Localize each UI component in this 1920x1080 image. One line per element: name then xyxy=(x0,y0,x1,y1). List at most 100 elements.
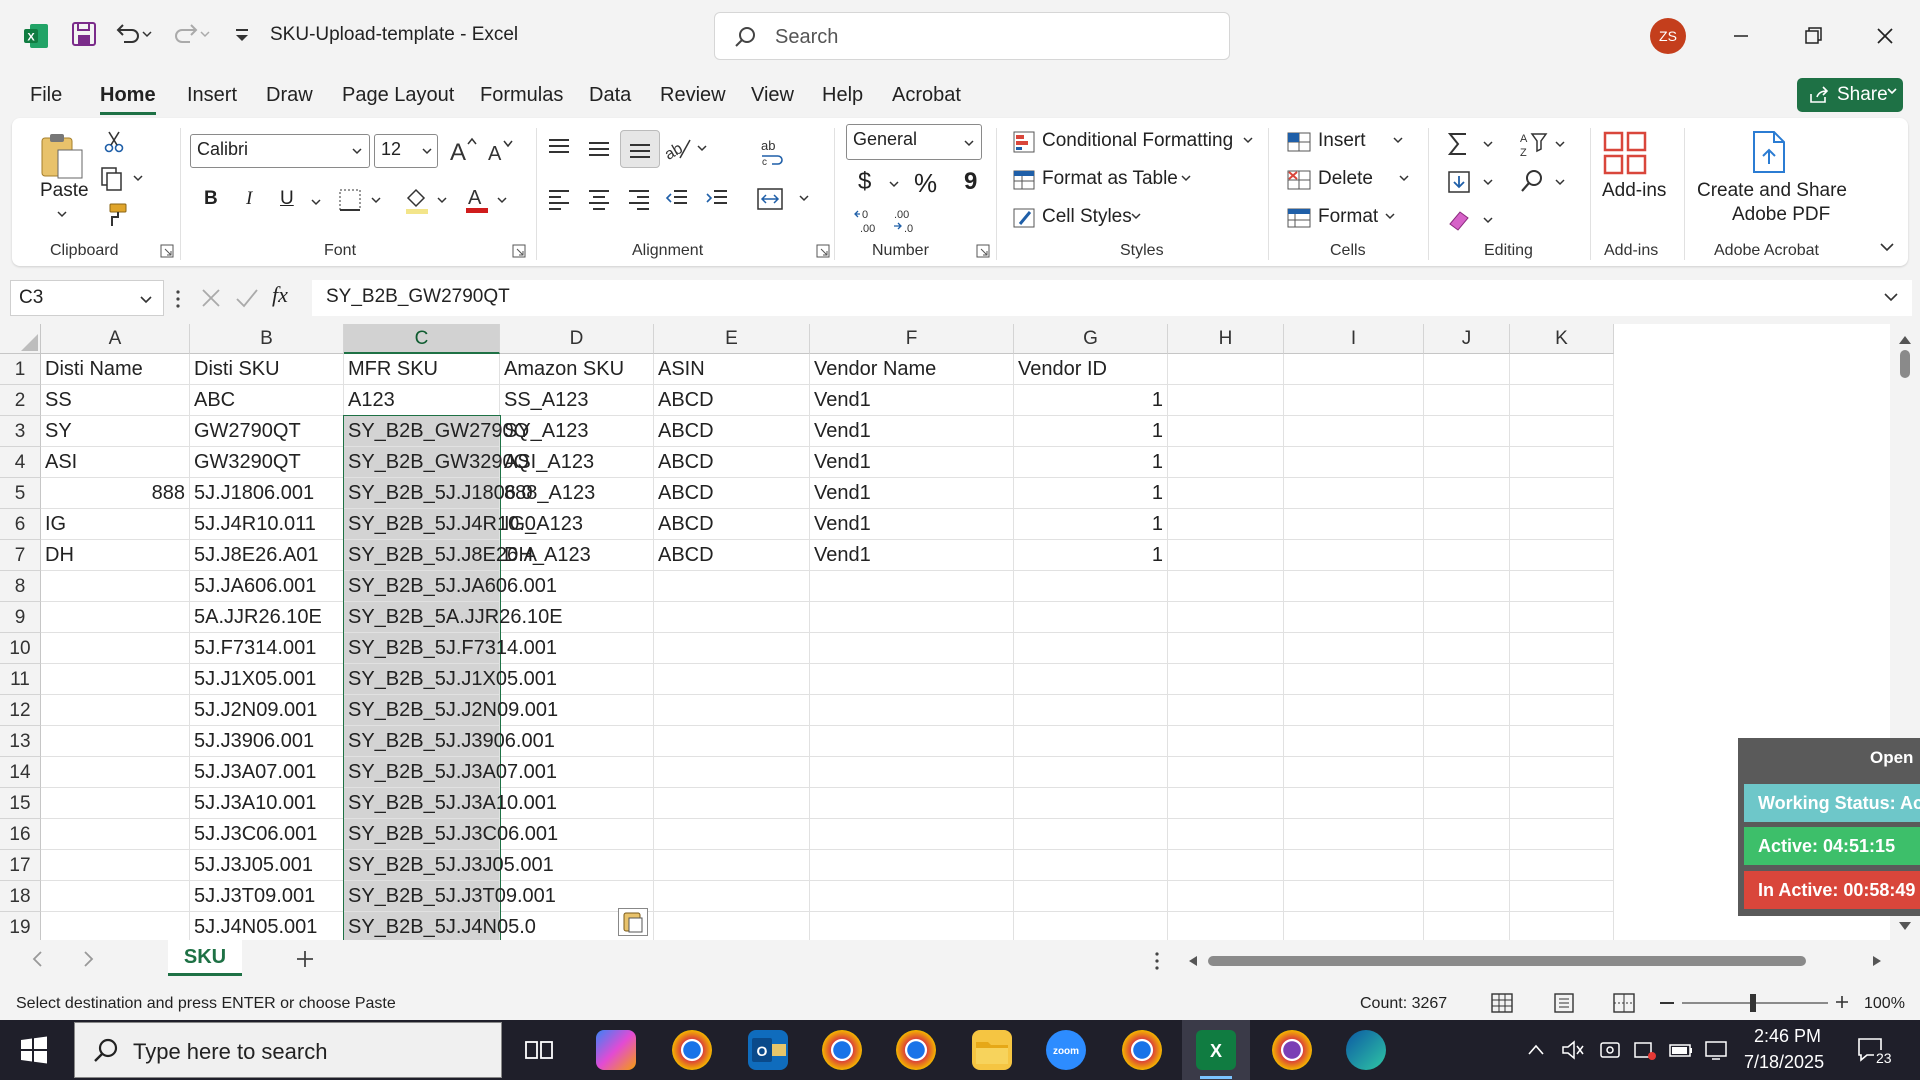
excel-taskbar-active[interactable]: X xyxy=(1182,1020,1250,1080)
grid-cell[interactable] xyxy=(1510,633,1614,664)
grid-cell[interactable] xyxy=(1510,571,1614,602)
grid-cell[interactable]: 5J.J1X05.001 xyxy=(190,664,344,695)
grid-cell[interactable] xyxy=(41,819,190,850)
dialog-launcher-icon[interactable] xyxy=(512,244,526,258)
grid-cell[interactable] xyxy=(1424,633,1510,664)
decrease-decimal-icon[interactable]: .00.0 xyxy=(892,206,922,234)
insert-cells-icon[interactable] xyxy=(1286,130,1312,154)
italic-button[interactable]: I xyxy=(246,188,252,210)
chevron-down-icon[interactable] xyxy=(1242,134,1254,146)
grid-cell[interactable] xyxy=(1168,757,1284,788)
grid-cell[interactable] xyxy=(1284,571,1424,602)
wrap-text-icon[interactable]: ab c xyxy=(758,138,786,166)
add-sheet-icon[interactable] xyxy=(294,948,316,970)
grid-cell[interactable]: ASI xyxy=(41,447,190,478)
grid-cell[interactable]: 888 xyxy=(41,478,190,509)
grid-cell[interactable] xyxy=(41,757,190,788)
grid-cell[interactable] xyxy=(1510,726,1614,757)
spreadsheet-grid[interactable]: ABCDEFGHIJK 1 Disti Name Disti SKU MFR SKU A… xyxy=(0,324,1890,940)
grid-cell[interactable] xyxy=(1168,726,1284,757)
row-header[interactable]: 14 xyxy=(0,757,41,788)
grid-cell[interactable] xyxy=(41,695,190,726)
formula-input[interactable]: SY_B2B_GW2790QT xyxy=(312,280,1912,316)
grid-cell[interactable] xyxy=(1424,416,1510,447)
grid-cell[interactable] xyxy=(1168,819,1284,850)
grid-cell[interactable] xyxy=(1014,695,1168,726)
delete-cells-button[interactable]: Delete xyxy=(1318,168,1373,190)
grid-cell[interactable] xyxy=(654,819,810,850)
row-header[interactable]: 9 xyxy=(0,602,41,633)
grid-cell[interactable]: SY_B2B_5J.J8E26.A xyxy=(344,540,537,571)
grid-cell[interactable] xyxy=(1510,602,1614,633)
grid-cell[interactable] xyxy=(1168,416,1284,447)
column-header-f[interactable]: F xyxy=(810,324,1014,354)
grid-cell[interactable] xyxy=(1284,602,1424,633)
grid-cell[interactable] xyxy=(41,881,190,912)
header-cell[interactable]: Amazon SKU xyxy=(500,354,654,385)
grid-cell[interactable] xyxy=(1168,912,1284,940)
grid-cell[interactable]: 5J.JA606.001 xyxy=(190,571,344,602)
font-size-combo[interactable]: 12 xyxy=(374,134,438,168)
grid-cell[interactable] xyxy=(654,633,810,664)
grid-cell[interactable] xyxy=(1168,633,1284,664)
windows-start-icon[interactable] xyxy=(20,1036,48,1064)
row-header[interactable]: 15 xyxy=(0,788,41,819)
row-header[interactable]: 18 xyxy=(0,881,41,912)
screen-record-icon[interactable] xyxy=(1632,1038,1658,1062)
grid-cell[interactable] xyxy=(1510,664,1614,695)
grid-cell[interactable] xyxy=(810,881,1014,912)
row-header[interactable]: 6 xyxy=(0,509,41,540)
grid-cell[interactable]: SY_B2B_5J.J4R10.0 xyxy=(344,509,536,540)
grid-cell[interactable] xyxy=(1510,478,1614,509)
widget-open-button[interactable]: Open xyxy=(1870,748,1913,768)
scroll-right-icon[interactable] xyxy=(1870,954,1884,968)
grid-cell[interactable] xyxy=(1284,447,1424,478)
tab-data[interactable]: Data xyxy=(589,84,631,107)
fill-icon[interactable] xyxy=(1446,168,1502,196)
header-cell[interactable] xyxy=(1168,354,1284,385)
grid-cell[interactable] xyxy=(1284,385,1424,416)
grid-cell[interactable] xyxy=(1510,788,1614,819)
grid-cell[interactable]: SY_B2B_5J.J3A10.001 xyxy=(344,788,557,819)
paste-button[interactable]: Paste xyxy=(40,180,89,202)
chrome-icon[interactable] xyxy=(672,1030,712,1070)
grid-cell[interactable] xyxy=(1424,447,1510,478)
grid-cell[interactable]: GW3290QT xyxy=(190,447,344,478)
grid-cell[interactable] xyxy=(1014,881,1168,912)
insert-cells-button[interactable]: Insert xyxy=(1318,130,1366,152)
grid-cell[interactable] xyxy=(654,602,810,633)
row-header[interactable]: 5 xyxy=(0,478,41,509)
column-header-b[interactable]: B xyxy=(190,324,344,354)
grid-cell[interactable] xyxy=(1424,726,1510,757)
grid-cell[interactable] xyxy=(810,788,1014,819)
grid-cell[interactable] xyxy=(1510,757,1614,788)
grid-cell[interactable] xyxy=(1168,695,1284,726)
header-cell[interactable]: ASIN xyxy=(654,354,810,385)
grid-cell[interactable]: SY_B2B_5J.J1X05.001 xyxy=(344,664,557,695)
grid-cell[interactable]: 1 xyxy=(1014,385,1168,416)
grid-cell[interactable]: 5A.JJR26.10E xyxy=(190,602,344,633)
grid-cell[interactable] xyxy=(810,726,1014,757)
fill-color-icon[interactable] xyxy=(404,186,452,216)
grid-cell[interactable]: SY_B2B_GW2790Q xyxy=(344,416,529,447)
grid-cell[interactable] xyxy=(1284,726,1424,757)
grid-cell[interactable] xyxy=(810,695,1014,726)
grid-cell[interactable] xyxy=(1168,602,1284,633)
grid-cell[interactable] xyxy=(1168,788,1284,819)
create-pdf-icon[interactable] xyxy=(1748,128,1790,176)
grid-cell[interactable]: 1 xyxy=(1014,447,1168,478)
grid-cell[interactable]: Vend1 xyxy=(810,447,1014,478)
grid-cell[interactable] xyxy=(654,695,810,726)
chevron-down-icon[interactable] xyxy=(1130,210,1142,222)
column-header-g[interactable]: G xyxy=(1014,324,1168,354)
delete-cells-icon[interactable] xyxy=(1286,168,1312,192)
grid-cell[interactable] xyxy=(1284,850,1424,881)
grid-cell[interactable] xyxy=(1424,509,1510,540)
column-header-c[interactable]: C xyxy=(344,324,500,354)
grid-cell[interactable] xyxy=(41,726,190,757)
dialog-launcher-icon[interactable] xyxy=(160,244,174,258)
grid-cell[interactable]: 5J.J1806.001 xyxy=(190,478,344,509)
grid-cell[interactable] xyxy=(1014,602,1168,633)
grid-cell[interactable] xyxy=(41,664,190,695)
font-name-combo[interactable]: Calibri xyxy=(190,134,370,168)
